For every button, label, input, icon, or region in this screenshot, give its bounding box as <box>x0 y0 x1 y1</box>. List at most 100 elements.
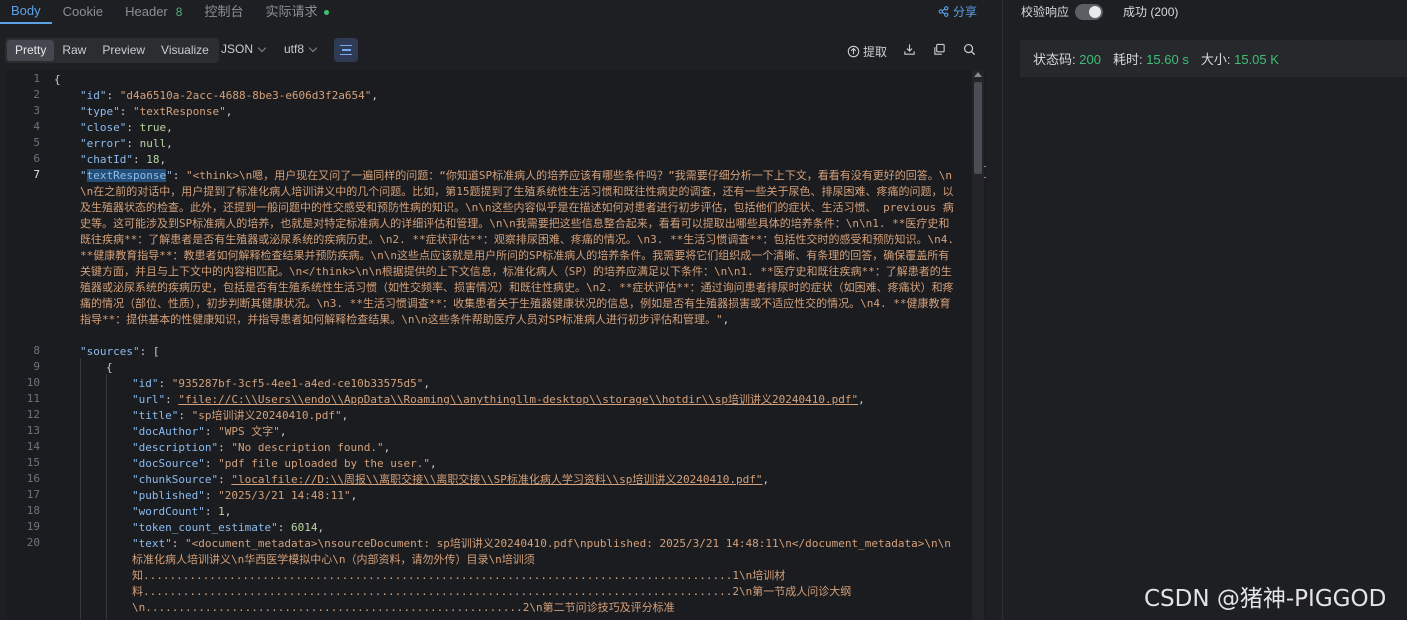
validation-result: 成功 (200) <box>1123 5 1179 19</box>
code-line: "type": "textResponse", <box>80 105 233 118</box>
word-wrap-button[interactable] <box>334 38 358 62</box>
status-label: 状态码: <box>1033 52 1076 67</box>
code-line: "text": "<document_metadata>\nsourceDocu… <box>132 537 951 550</box>
line-number: 2 <box>33 88 40 101</box>
line-number: 6 <box>33 152 40 165</box>
tab-actual-request[interactable]: 实际请求 <box>254 0 340 24</box>
code-line: "published": "2025/3/21 14:48:11", <box>132 489 358 502</box>
chevron-down-icon <box>257 43 267 52</box>
code-line: "token_count_estimate": 6014, <box>132 521 325 534</box>
code-line: "title": "sp培训讲义20240410.pdf", <box>132 409 349 422</box>
line-number: 5 <box>33 136 40 149</box>
selected-text: textResponse <box>86 169 167 182</box>
download-button[interactable] <box>903 43 916 56</box>
indent-guide <box>106 374 107 620</box>
code-line: 知.......................................… <box>132 569 786 582</box>
copy-icon <box>934 43 945 55</box>
line-number: 15 <box>26 456 40 469</box>
time-value: 15.60 s <box>1146 52 1189 67</box>
format-select[interactable]: JSON <box>221 42 267 56</box>
tab-header-label: Header <box>125 4 168 19</box>
code-line: "url": "file://C:\\Users\\endo\\AppData\… <box>132 393 865 406</box>
validate-label: 校验响应 <box>1021 5 1070 19</box>
view-mode-switch: Pretty Raw Preview Visualize <box>5 38 219 63</box>
json-viewer[interactable]: 1 2 3 4 5 6 7 8 9 10 11 12 13 14 15 16 1… <box>6 70 986 620</box>
line-number: 14 <box>26 440 40 453</box>
vertical-scrollbar[interactable] <box>972 70 984 620</box>
code-line: "chunkSource": "localfile://D:\\周报\\离职交接… <box>132 473 770 486</box>
code-line: { <box>54 73 61 86</box>
response-tabs: Body Cookie Header 8 控制台 实际请求 <box>0 0 1000 24</box>
line-number: 4 <box>33 120 40 133</box>
share-button[interactable]: 分享 <box>938 3 977 20</box>
line-number: 18 <box>26 504 40 517</box>
code-area[interactable]: { "id": "d4a6510a-2acc-4688-8be3-e606d3f… <box>54 70 986 620</box>
scroll-up-icon[interactable] <box>974 72 982 77</box>
header-count-badge: 8 <box>175 5 183 19</box>
encoding-select-value: utf8 <box>284 42 305 56</box>
line-number: 1 <box>33 72 40 85</box>
code-line: "close": true, <box>80 121 173 134</box>
pane-divider[interactable] <box>1002 0 1003 620</box>
view-mode-raw[interactable]: Raw <box>54 40 94 61</box>
code-line: 标准化病人培训讲义\n华西医学模拟中心\n（内部资料，请勿外传）目录\n培训须 <box>132 553 535 566</box>
chunk-link: "localfile://D:\\周报\\离职交接\\离职交接\\SP标准化病人… <box>231 473 763 486</box>
validation-header: 校验响应 成功 (200) <box>1021 3 1178 20</box>
code-line: "error": null, <box>80 137 173 150</box>
tab-console[interactable]: 控制台 <box>193 0 254 24</box>
code-line: 料.......................................… <box>132 585 852 598</box>
line-number: 13 <box>26 424 40 437</box>
chevron-down-icon <box>308 43 318 52</box>
code-line: "chatId": 18, <box>80 153 167 166</box>
code-line: "description": "No description found.", <box>132 441 391 454</box>
copy-button[interactable] <box>933 43 946 56</box>
code-line: "sources": [ <box>80 345 160 358</box>
line-number: 17 <box>26 488 40 501</box>
tab-cookie[interactable]: Cookie <box>52 0 114 24</box>
line-number: 8 <box>33 344 40 357</box>
indent-guide <box>80 358 81 620</box>
line-number: 9 <box>33 360 40 373</box>
line-number: 10 <box>26 376 40 389</box>
line-number: 20 <box>26 536 40 549</box>
code-line: "docAuthor": "WPS 文字", <box>132 425 287 438</box>
extract-button[interactable]: 提取 <box>847 43 887 60</box>
search-icon <box>963 43 976 56</box>
view-mode-preview[interactable]: Preview <box>94 40 153 61</box>
code-line: "wordCount": 1, <box>132 505 232 518</box>
size-label: 大小: <box>1200 52 1231 67</box>
tab-header[interactable]: Header 8 <box>114 0 193 24</box>
share-icon <box>938 6 949 17</box>
search-button[interactable] <box>963 43 976 56</box>
size-value: 15.05 K <box>1234 52 1279 67</box>
text-response-line: "textResponse": "<think>\n嗯，用户现在又问了一遍同样的… <box>80 169 954 326</box>
wrap-lines-icon <box>340 44 352 47</box>
view-mode-visualize[interactable]: Visualize <box>153 40 217 61</box>
body-toolbar: Pretty Raw Preview Visualize JSON utf8 提… <box>0 38 1000 64</box>
line-number: 19 <box>26 520 40 533</box>
status-dot-icon <box>324 9 330 15</box>
validate-toggle[interactable] <box>1075 3 1104 20</box>
time-label: 耗时: <box>1112 52 1143 67</box>
watermark: CSDN @猪神-PIGGOD <box>1144 586 1387 612</box>
format-select-value: JSON <box>221 42 254 56</box>
status-value: 200 <box>1079 52 1101 67</box>
view-mode-pretty[interactable]: Pretty <box>7 40 55 61</box>
tab-body[interactable]: Body <box>0 0 52 24</box>
line-number: 3 <box>33 104 40 117</box>
line-number-gutter: 1 2 3 4 5 6 7 8 9 10 11 12 13 14 15 16 1… <box>6 70 46 620</box>
response-meta: 状态码: 200 耗时: 15.60 s 大小: 15.05 K <box>1020 40 1407 77</box>
share-label: 分享 <box>953 5 978 19</box>
scrollbar-thumb[interactable] <box>974 82 982 174</box>
extract-label: 提取 <box>863 45 888 59</box>
download-icon <box>904 44 915 55</box>
extract-icon <box>847 45 860 58</box>
code-line: \n......................................… <box>132 601 675 614</box>
tab-cookie-label: Cookie <box>62 4 104 19</box>
line-number: 16 <box>26 472 40 485</box>
code-line: "docSource": "pdf file uploaded by the u… <box>132 457 437 470</box>
code-line: "id": "d4a6510a-2acc-4688-8be3-e606d3f2a… <box>80 89 379 102</box>
url-link: "file://C:\\Users\\endo\\AppData\\Roamin… <box>178 393 859 406</box>
tab-body-label: Body <box>11 3 41 18</box>
encoding-select[interactable]: utf8 <box>284 42 318 56</box>
